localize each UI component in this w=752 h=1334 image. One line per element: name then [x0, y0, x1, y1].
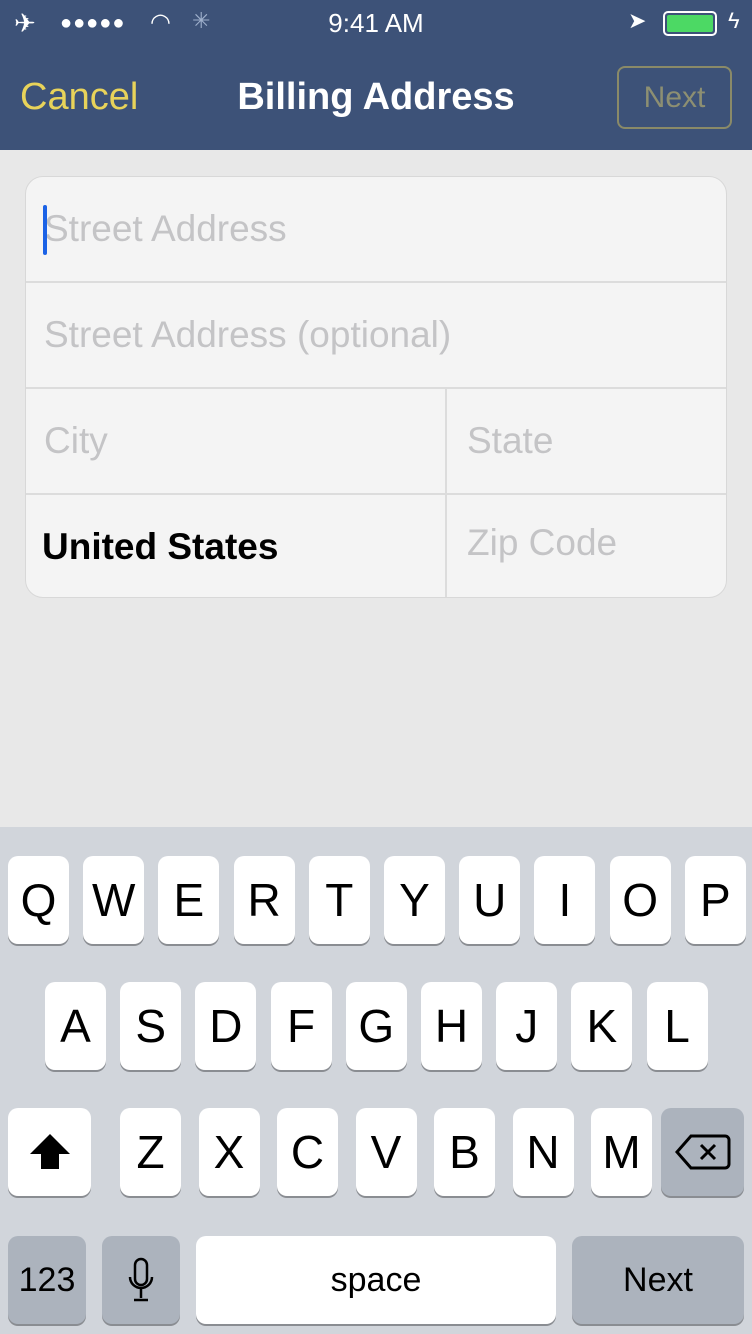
key-n[interactable]: N — [512, 1108, 574, 1196]
key-c[interactable]: C — [277, 1108, 338, 1196]
next-return-key[interactable]: Next — [572, 1236, 744, 1324]
key-y[interactable]: Y — [384, 856, 445, 944]
key-s[interactable]: S — [120, 982, 182, 1070]
key-w[interactable]: W — [83, 856, 145, 944]
state-placeholder: State — [467, 420, 554, 461]
microphone-icon — [128, 1257, 154, 1302]
key-x[interactable]: X — [198, 1108, 260, 1196]
keyboard: 123 space Next QWERTYUIOP ASDFGHJKL ZXCVBN… — [0, 827, 752, 1334]
key-p[interactable]: P — [684, 856, 746, 944]
country-value: United States — [42, 526, 279, 567]
key-a[interactable]: A — [45, 982, 106, 1070]
charging-bolt-icon: ϟ — [728, 8, 740, 33]
numbers-key[interactable]: 123 — [8, 1236, 86, 1324]
microphone-key[interactable] — [102, 1236, 180, 1324]
key-q[interactable]: Q — [8, 856, 69, 944]
street-address-placeholder: Street Address — [44, 208, 287, 249]
street-address-optional-placeholder: Street Address (optional) — [44, 314, 452, 355]
battery-icon — [663, 11, 717, 36]
backspace-key[interactable] — [661, 1108, 744, 1196]
key-d[interactable]: D — [195, 982, 257, 1070]
key-g[interactable]: G — [345, 982, 407, 1070]
city-placeholder: City — [44, 420, 108, 461]
key-f[interactable]: F — [270, 982, 332, 1070]
key-e[interactable]: E — [158, 856, 220, 944]
key-h[interactable]: H — [421, 982, 482, 1070]
key-m[interactable]: M — [591, 1108, 652, 1196]
street-address-optional-field[interactable]: Street Address (optional) — [26, 283, 726, 389]
shift-key[interactable] — [8, 1108, 91, 1196]
status-bar: ✈ ●●●●● ◠ ✳ 9:41 AM ➤ ϟ — [0, 0, 752, 46]
key-z[interactable]: Z — [120, 1108, 181, 1196]
key-u[interactable]: U — [459, 856, 521, 944]
country-selector[interactable]: United States — [26, 495, 447, 597]
next-button[interactable]: Next — [617, 66, 732, 129]
key-k[interactable]: K — [571, 982, 633, 1070]
key-j[interactable]: J — [496, 982, 558, 1070]
state-field[interactable]: State — [447, 389, 726, 495]
street-address-field[interactable]: Street Address — [26, 177, 726, 283]
key-i[interactable]: I — [534, 856, 596, 944]
billing-address-form: Street Address Street Address (optional)… — [25, 176, 727, 598]
location-arrow-icon: ➤ — [628, 8, 647, 33]
key-v[interactable]: V — [355, 1108, 417, 1196]
key-o[interactable]: O — [609, 856, 671, 944]
city-field[interactable]: City — [26, 389, 447, 495]
backspace-icon — [674, 1134, 730, 1170]
key-b[interactable]: B — [434, 1108, 495, 1196]
zip-code-placeholder: Zip Code — [467, 522, 618, 563]
cancel-button[interactable]: Cancel — [20, 76, 138, 119]
key-l[interactable]: L — [646, 982, 708, 1070]
text-cursor — [43, 205, 47, 255]
space-key[interactable]: space — [196, 1236, 556, 1324]
shift-arrow-icon — [29, 1134, 70, 1169]
key-t[interactable]: T — [308, 856, 370, 944]
key-r[interactable]: R — [233, 856, 295, 944]
navigation-bar: ✈ ●●●●● ◠ ✳ 9:41 AM ➤ ϟ Cancel Billing A… — [0, 0, 752, 150]
zip-code-field[interactable]: Zip Code — [447, 495, 726, 597]
